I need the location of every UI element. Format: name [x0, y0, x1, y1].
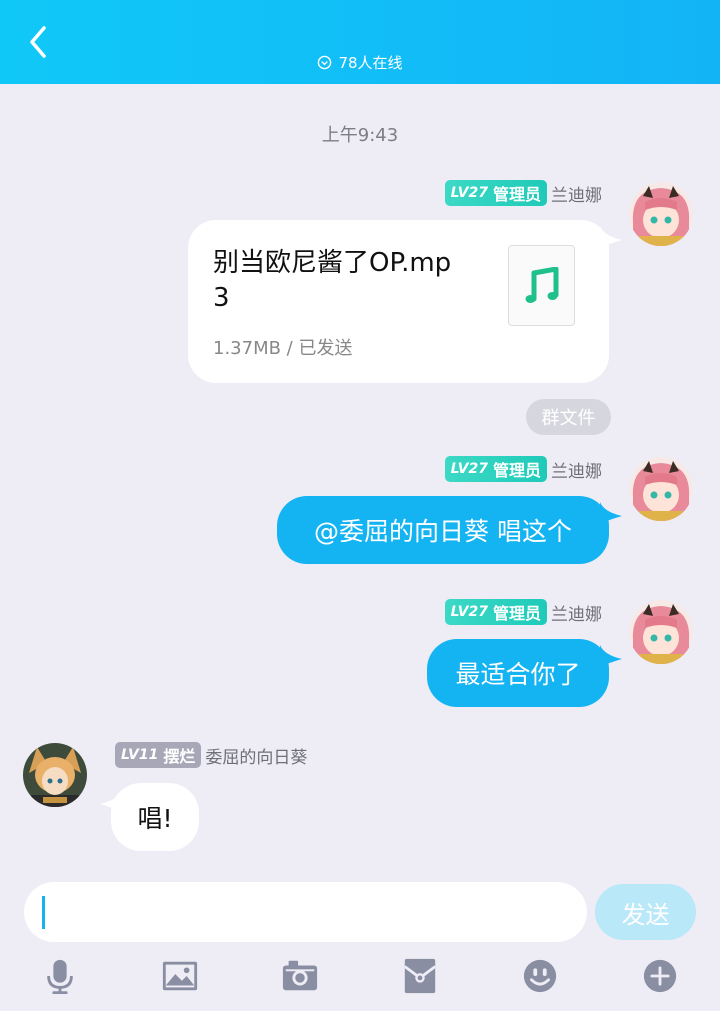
sender-name[interactable]: 委屈的向日葵 — [205, 743, 307, 768]
message-input[interactable] — [24, 882, 587, 942]
file-name-line2: 3 — [213, 283, 230, 313]
level-label: LV27 — [450, 461, 488, 477]
avatar[interactable] — [23, 743, 87, 807]
file-name-line1: 别当欧尼酱了OP.mp — [213, 248, 452, 278]
more-button[interactable] — [640, 956, 680, 996]
sender-meta: LV27 管理员 兰迪娜 — [444, 456, 602, 482]
role-label: 管理员 — [492, 461, 541, 480]
image-icon — [162, 961, 198, 991]
send-button[interactable]: 发送 — [595, 884, 696, 940]
sender-meta: LV11 摆烂 委屈的向日葵 — [115, 742, 307, 768]
avatar[interactable] — [629, 457, 693, 521]
file-info: 1.37MB / 已发送 — [213, 338, 353, 359]
level-badge: LV27 管理员 — [444, 180, 547, 206]
avatar-image — [23, 743, 87, 807]
file-thumbnail — [508, 245, 575, 326]
bubble-tail — [600, 645, 622, 667]
avatar[interactable] — [629, 600, 693, 664]
sender-name[interactable]: 兰迪娜 — [551, 457, 602, 482]
online-count[interactable]: 78人在线 — [0, 52, 720, 73]
music-note-icon — [525, 266, 558, 303]
red-packet-button[interactable] — [400, 956, 440, 996]
level-badge: LV27 管理员 — [444, 456, 547, 482]
message-bubble[interactable]: @委屈的向日葵 唱这个 — [277, 496, 609, 564]
sender-name[interactable]: 兰迪娜 — [551, 181, 602, 206]
level-badge: LV11 摆烂 — [115, 742, 202, 768]
avatar[interactable] — [629, 182, 693, 246]
message-bubble[interactable]: 最适合你了 — [427, 639, 609, 707]
avatar-image — [629, 182, 693, 246]
sender-meta: LV27 管理员 兰迪娜 — [444, 599, 602, 625]
chat-header: 78人在线 — [0, 0, 720, 84]
message-text: 最适合你了 — [455, 660, 581, 689]
bubble-tail — [600, 502, 622, 524]
role-label: 摆烂 — [163, 747, 196, 766]
sender-name[interactable]: 兰迪娜 — [551, 600, 602, 625]
online-count-label: 78人在线 — [338, 54, 403, 72]
bubble-tail — [600, 226, 622, 248]
image-button[interactable] — [160, 956, 200, 996]
level-label: LV27 — [450, 185, 488, 201]
role-label: 管理员 — [492, 604, 541, 623]
group-file-tag[interactable]: 群文件 — [526, 399, 611, 435]
message-timestamp: 上午9:43 — [321, 125, 399, 146]
file-message-card[interactable]: 别当欧尼酱了OP.mp 3 1.37MB / 已发送 — [188, 220, 609, 383]
role-label: 管理员 — [492, 185, 541, 204]
chevron-down-circle-icon — [318, 55, 332, 70]
emoji-icon — [523, 959, 557, 993]
sender-meta: LV27 管理员 兰迪娜 — [444, 180, 602, 206]
level-label: LV27 — [450, 604, 488, 620]
message-bubble[interactable]: 唱! — [111, 783, 199, 851]
file-name: 别当欧尼酱了OP.mp 3 — [213, 246, 483, 316]
camera-icon — [282, 960, 318, 991]
avatar-image — [629, 600, 693, 664]
text-cursor — [42, 896, 45, 929]
level-label: LV11 — [121, 747, 159, 763]
message-text: @委屈的向日葵 唱这个 — [314, 517, 572, 546]
camera-button[interactable] — [280, 956, 320, 996]
plus-icon — [643, 959, 677, 993]
avatar-image — [629, 457, 693, 521]
mic-icon — [47, 959, 73, 995]
level-badge: LV27 管理员 — [444, 599, 547, 625]
voice-button[interactable] — [40, 956, 80, 996]
emoji-button[interactable] — [520, 956, 560, 996]
message-text: 唱! — [137, 804, 173, 833]
red-packet-icon — [403, 958, 437, 994]
